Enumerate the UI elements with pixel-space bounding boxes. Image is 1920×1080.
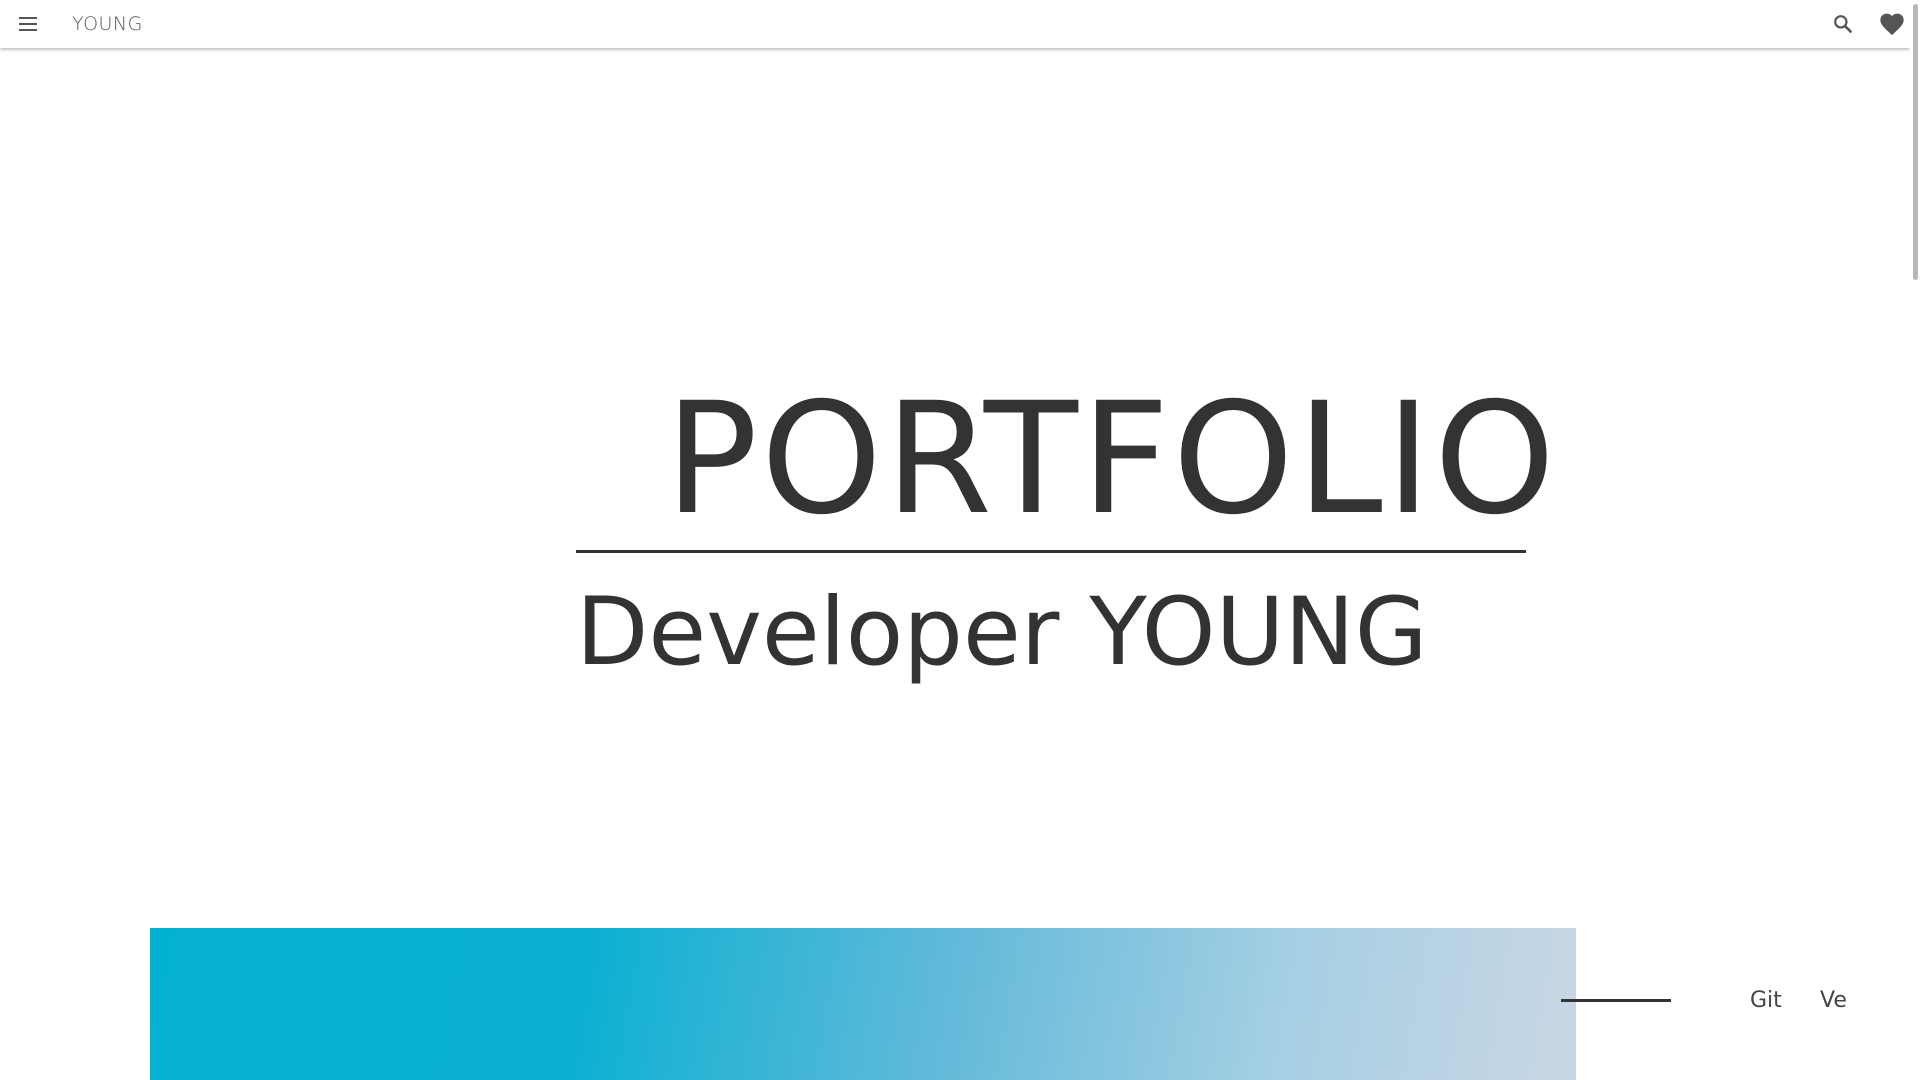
scrollbar-thumb[interactable] — [1913, 4, 1918, 280]
menu-line — [19, 29, 37, 31]
brand-title[interactable]: YOUNG — [72, 0, 143, 48]
hero-title: PORTFOLIO — [665, 370, 1559, 549]
link-ve[interactable]: Ve — [1820, 988, 1847, 1013]
search-icon[interactable] — [1830, 11, 1856, 37]
banner-image — [150, 928, 1576, 1080]
link-git[interactable]: Git — [1750, 988, 1782, 1013]
hero-divider — [576, 550, 1526, 553]
scrollbar[interactable] — [1910, 0, 1920, 1080]
side-divider — [1561, 999, 1671, 1002]
heart-icon[interactable] — [1878, 11, 1906, 37]
menu-line — [19, 23, 37, 25]
hero-subtitle: Developer YOUNG — [576, 578, 1428, 687]
menu-line — [19, 17, 37, 19]
menu-icon[interactable] — [16, 12, 40, 36]
top-app-bar: YOUNG — [0, 0, 1910, 48]
